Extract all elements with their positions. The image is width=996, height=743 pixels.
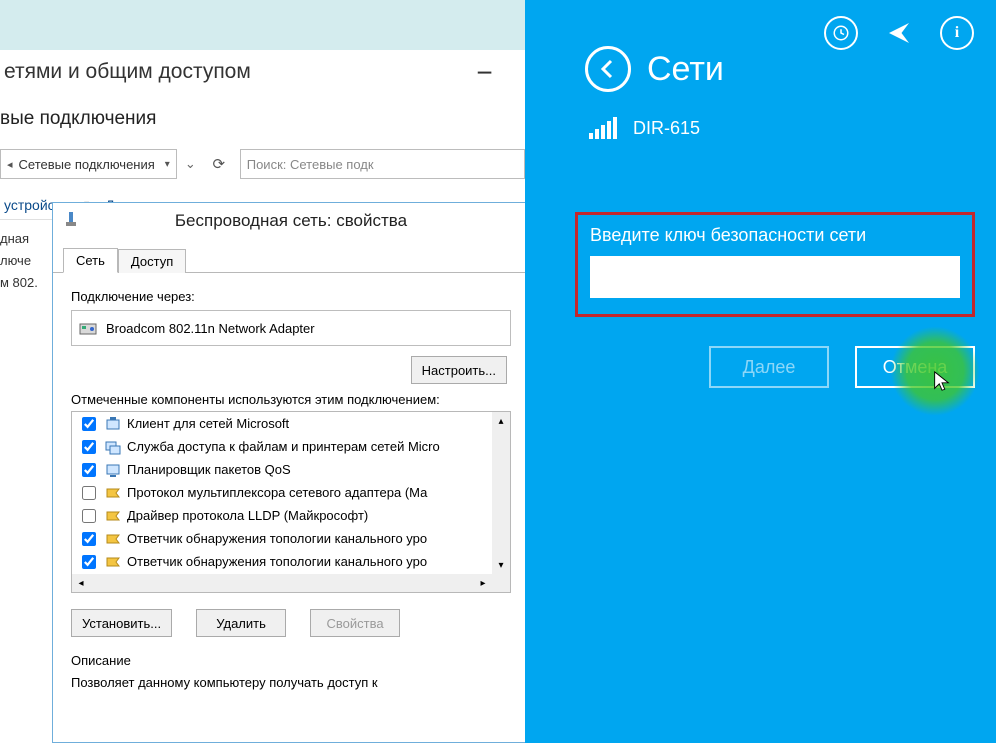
tab-network[interactable]: Сеть	[63, 248, 118, 273]
component-icon	[105, 462, 121, 478]
tab-access[interactable]: Доступ	[118, 249, 186, 273]
component-checkbox[interactable]	[82, 417, 96, 431]
dropdown-arrow-icon[interactable]: ⌄	[183, 156, 198, 172]
component-checkbox[interactable]	[82, 463, 96, 477]
sidebar-text: м 802.	[0, 272, 52, 294]
overlay-controls: i	[824, 16, 974, 50]
dialog-title: Беспроводная сеть: свойства	[175, 211, 407, 231]
back-button[interactable]	[585, 46, 631, 92]
dialog-titlebar: Беспроводная сеть: свойства	[53, 203, 529, 239]
component-label: Протокол мультиплексора сетевого адаптер…	[127, 485, 427, 500]
component-item[interactable]: Протокол мультиплексора сетевого адаптер…	[72, 481, 492, 504]
breadcrumb-label: Сетевые подключения	[19, 157, 155, 172]
component-icon	[105, 508, 121, 524]
description-text: Позволяет данному компьютеру получать до…	[71, 674, 511, 692]
search-input[interactable]: Поиск: Сетевые подк	[240, 149, 525, 179]
component-icon	[105, 439, 121, 455]
component-buttons: Установить... Удалить Свойства	[71, 609, 511, 637]
component-icon	[105, 531, 121, 547]
component-checkbox[interactable]	[82, 555, 96, 569]
breadcrumb-row: ◂ Сетевые подключения ▾ ⌄ ⟳ Поиск: Сетев…	[0, 145, 525, 183]
refresh-icon[interactable]: ⟳	[204, 149, 234, 179]
network-name: DIR-615	[633, 118, 700, 139]
component-label: Ответчик обнаружения топологии канальног…	[127, 531, 427, 546]
share-icon[interactable]	[882, 16, 916, 50]
component-label: Служба доступа к файлам и принтерам сете…	[127, 439, 440, 454]
component-label: Ответчик обнаружения топологии канальног…	[127, 554, 427, 569]
adapter-icon	[63, 211, 81, 229]
components-listbox[interactable]: Клиент для сетей Microsoft Служба доступа…	[71, 411, 511, 593]
connect-label: Подключение через:	[71, 289, 511, 304]
window-subtitle: вые подключения	[0, 108, 156, 130]
key-panel: Введите ключ безопасности сети	[575, 212, 975, 317]
component-icon	[105, 554, 121, 570]
networks-charm: i Сети DIR-615 Введите ключ безопасности…	[525, 0, 996, 743]
properties-dialog: Беспроводная сеть: свойства Сеть Доступ …	[52, 202, 530, 743]
scroll-corner	[492, 574, 510, 592]
key-label: Введите ключ безопасности сети	[590, 225, 960, 246]
component-item[interactable]: Клиент для сетей Microsoft	[72, 412, 492, 435]
charm-title: Сети	[647, 50, 724, 89]
scroll-right-icon[interactable]: ▸	[474, 574, 492, 592]
component-label: Клиент для сетей Microsoft	[127, 416, 289, 431]
security-key-input[interactable]	[590, 256, 960, 298]
description-heading: Описание	[71, 653, 511, 668]
properties-button[interactable]: Свойства	[310, 609, 400, 637]
component-item[interactable]: Ответчик обнаружения топологии канальног…	[72, 550, 492, 573]
scrollbar-vertical[interactable]: ▴ ▾	[492, 412, 510, 574]
charm-buttons: Далее Отмена	[575, 346, 975, 388]
component-item[interactable]: Служба доступа к файлам и принтерам сете…	[72, 435, 492, 458]
remove-button[interactable]: Удалить	[196, 609, 286, 637]
explorer-window: етями и общим доступом − вые подключения…	[0, 0, 525, 743]
charm-header: Сети	[585, 46, 724, 92]
component-checkbox[interactable]	[82, 509, 96, 523]
breadcrumb[interactable]: ◂ Сетевые подключения ▾	[0, 149, 177, 179]
component-item[interactable]: Планировщик пакетов QoS	[72, 458, 492, 481]
component-checkbox[interactable]	[82, 486, 96, 500]
dialog-body: Подключение через: Broadcom 802.11n Netw…	[53, 273, 529, 702]
info-icon[interactable]: i	[940, 16, 974, 50]
network-row[interactable]: DIR-615	[589, 118, 700, 139]
component-label: Планировщик пакетов QoS	[127, 462, 291, 477]
scrollbar-horizontal[interactable]: ◂ ▸	[72, 574, 492, 592]
adapter-box: Broadcom 802.11n Network Adapter	[71, 310, 511, 346]
scroll-left-icon[interactable]: ◂	[72, 574, 90, 592]
sidebar-fragment: дная лючe м 802.	[0, 228, 52, 294]
chevron-down-icon: ▾	[165, 159, 170, 170]
desktop-strip	[0, 0, 525, 50]
network-card-icon	[78, 318, 98, 338]
component-item[interactable]: Драйвер протокола LLDP (Майкрософт)	[72, 504, 492, 527]
next-button[interactable]: Далее	[709, 346, 829, 388]
component-checkbox[interactable]	[82, 532, 96, 546]
watch-later-icon[interactable]	[824, 16, 858, 50]
window-title: етями и общим доступом	[0, 60, 251, 84]
sidebar-text: лючe	[0, 250, 52, 272]
minimize-icon[interactable]: −	[472, 70, 497, 76]
search-placeholder: Поиск: Сетевые подк	[247, 157, 374, 172]
components-label: Отмеченные компоненты используются этим …	[71, 392, 511, 407]
chevron-left-icon: ◂	[7, 158, 13, 171]
configure-button[interactable]: Настроить...	[411, 356, 507, 384]
description-section: Описание Позволяет данному компьютеру по…	[71, 653, 511, 692]
component-checkbox[interactable]	[82, 440, 96, 454]
scroll-up-icon[interactable]: ▴	[492, 412, 510, 430]
adapter-name: Broadcom 802.11n Network Adapter	[106, 321, 315, 336]
scroll-down-icon[interactable]: ▾	[492, 556, 510, 574]
wifi-signal-icon	[589, 119, 617, 139]
sidebar-text: дная	[0, 228, 52, 250]
component-label: Драйвер протокола LLDP (Майкрософт)	[127, 508, 368, 523]
tabs: Сеть Доступ	[53, 243, 529, 273]
component-icon	[105, 416, 121, 432]
component-icon	[105, 485, 121, 501]
install-button[interactable]: Установить...	[71, 609, 172, 637]
cancel-button[interactable]: Отмена	[855, 346, 975, 388]
component-item[interactable]: Ответчик обнаружения топологии канальног…	[72, 527, 492, 550]
